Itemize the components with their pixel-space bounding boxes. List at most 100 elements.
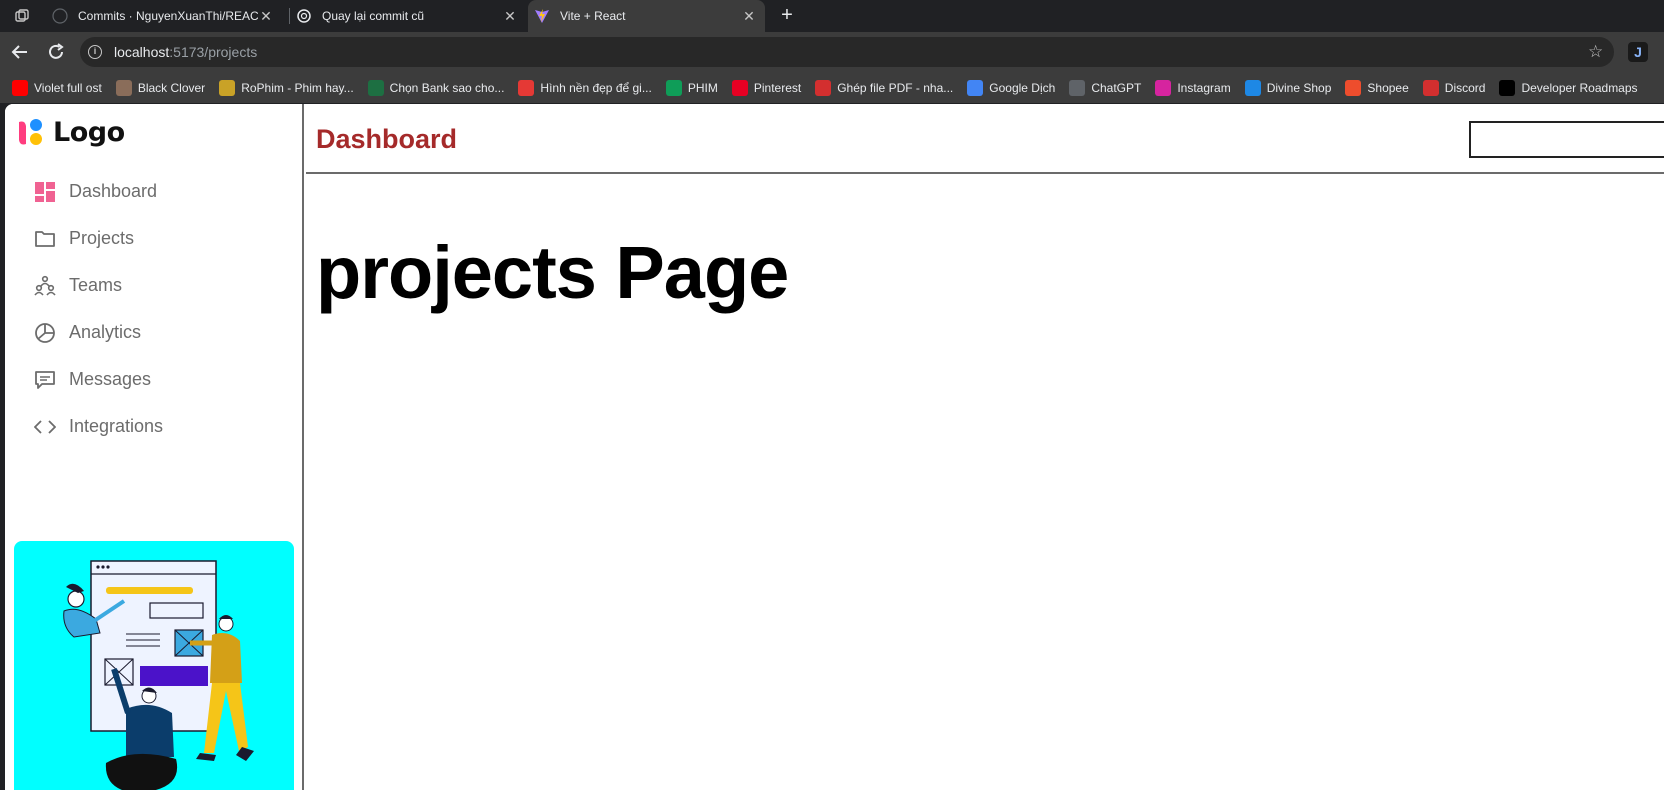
sidebar-item-teams[interactable]: Teams bbox=[33, 262, 163, 309]
sidebar-item-dashboard[interactable]: Dashboard bbox=[33, 168, 163, 215]
logo[interactable]: Logo bbox=[15, 116, 125, 148]
search-input[interactable] bbox=[1469, 121, 1664, 158]
bookmark-item[interactable]: Divine Shop bbox=[1244, 79, 1332, 96]
bookmark-label: Pinterest bbox=[753, 80, 802, 95]
bookmark-item[interactable]: Google Dịch bbox=[967, 79, 1056, 96]
translate-icon bbox=[967, 79, 984, 96]
pdf-icon bbox=[815, 79, 832, 96]
bookmark-item[interactable]: RoPhim - Phim hay... bbox=[219, 79, 354, 96]
bookmark-label: Instagram bbox=[1177, 80, 1231, 95]
sidebar: Logo Dashboard Projects Teams Analytics … bbox=[5, 104, 304, 790]
close-icon[interactable]: ✕ bbox=[258, 8, 274, 24]
g-icon bbox=[518, 79, 535, 96]
bookmark-label: Developer Roadmaps bbox=[1521, 80, 1638, 95]
chatgpt-icon bbox=[1069, 79, 1086, 96]
bookmark-item[interactable]: ChatGPT bbox=[1069, 79, 1142, 96]
tab-title: Quay lại commit cũ bbox=[322, 9, 425, 23]
code-icon bbox=[33, 415, 57, 439]
reload-icon[interactable] bbox=[44, 40, 68, 64]
sheets-icon bbox=[665, 79, 682, 96]
sidebar-nav: Dashboard Projects Teams Analytics Messa… bbox=[33, 168, 163, 450]
folder-icon bbox=[33, 227, 57, 251]
sidebar-item-analytics[interactable]: Analytics bbox=[33, 309, 163, 356]
back-icon[interactable] bbox=[8, 40, 32, 64]
tab-title: Vite + React bbox=[560, 9, 626, 23]
workspaces-icon[interactable] bbox=[14, 8, 30, 24]
bookmark-label: PHIM bbox=[687, 80, 718, 95]
anime-icon bbox=[115, 79, 132, 96]
bookmark-item[interactable]: Pinterest bbox=[731, 79, 802, 96]
teams-icon bbox=[33, 274, 57, 298]
bookmark-item[interactable]: Instagram bbox=[1155, 79, 1231, 96]
rophim-icon bbox=[219, 79, 236, 96]
browser-tab-strip: Commits · NguyenXuanThi/REACT ✕ Quay lại… bbox=[0, 0, 1664, 32]
address-bar[interactable]: i localhost:5173/projects ☆ bbox=[80, 37, 1614, 67]
sidebar-item-label: Integrations bbox=[69, 416, 164, 436]
bookmark-label: Shopee bbox=[1367, 80, 1409, 95]
logo-text: Logo bbox=[53, 116, 125, 148]
url-text: localhost:5173/projects bbox=[114, 44, 257, 60]
divine-icon bbox=[1244, 79, 1261, 96]
bookmark-label: Chọn Bank sao cho... bbox=[389, 80, 505, 95]
pinterest-icon bbox=[731, 79, 748, 96]
bookmark-item[interactable]: Shopee bbox=[1345, 79, 1409, 96]
discord-icon bbox=[1422, 79, 1439, 96]
main-content: Dashboard projects Page bbox=[306, 104, 1664, 790]
page-heading: projects Page bbox=[316, 231, 789, 314]
sidebar-item-label: Teams bbox=[69, 275, 123, 295]
bookmark-item[interactable]: Chọn Bank sao cho... bbox=[367, 79, 505, 96]
extension-icon[interactable]: J bbox=[1628, 42, 1648, 62]
sidebar-item-label: Messages bbox=[69, 369, 152, 389]
sidebar-item-integrations[interactable]: Integrations bbox=[33, 403, 163, 450]
new-tab-button[interactable]: + bbox=[777, 5, 797, 26]
bookmark-label: Black Clover bbox=[137, 80, 206, 95]
top-header: Dashboard bbox=[306, 104, 1664, 174]
tab-title: Commits · NguyenXuanThi/REACT bbox=[78, 9, 258, 23]
youtube-icon bbox=[12, 79, 28, 96]
tab-quay-lai[interactable]: Quay lại commit cũ ✕ bbox=[296, 0, 526, 32]
bookmark-item[interactable]: Developer Roadmaps bbox=[1499, 79, 1638, 96]
close-icon[interactable]: ✕ bbox=[741, 8, 757, 24]
vite-icon bbox=[534, 8, 550, 24]
sidebar-illustration bbox=[14, 541, 294, 790]
chatgpt-icon bbox=[296, 8, 312, 24]
bookmark-label: RoPhim - Phim hay... bbox=[241, 80, 354, 95]
bookmark-label: ChatGPT bbox=[1091, 80, 1142, 95]
bookmark-item[interactable]: PHIM bbox=[665, 79, 718, 96]
github-icon bbox=[52, 8, 68, 24]
excel-icon bbox=[367, 79, 384, 96]
url-host: localhost bbox=[114, 44, 170, 60]
dashboard-icon bbox=[33, 180, 57, 204]
sidebar-item-label: Analytics bbox=[69, 322, 142, 342]
bookmark-label: Ghép file PDF - nha... bbox=[837, 80, 954, 95]
logo-mark-icon bbox=[15, 116, 47, 148]
message-icon bbox=[33, 368, 57, 392]
bookmark-item[interactable]: Violet full ost bbox=[12, 79, 102, 96]
bookmark-item[interactable]: Hình nền đẹp để gi... bbox=[518, 79, 652, 96]
browser-toolbar: i localhost:5173/projects ☆ J bbox=[0, 32, 1664, 72]
bookmark-item[interactable]: Discord bbox=[1422, 79, 1486, 96]
pie-chart-icon bbox=[33, 321, 57, 345]
bookmark-label: Divine Shop bbox=[1266, 80, 1332, 95]
tab-commits[interactable]: Commits · NguyenXuanThi/REACT ✕ bbox=[52, 0, 282, 32]
close-icon[interactable]: ✕ bbox=[502, 8, 518, 24]
bookmark-label: Google Dịch bbox=[989, 80, 1056, 95]
url-path: :5173/projects bbox=[169, 44, 258, 60]
sidebar-item-label: Dashboard bbox=[69, 181, 158, 201]
bookmark-label: Violet full ost bbox=[34, 80, 102, 95]
bookmark-label: Discord bbox=[1444, 80, 1486, 95]
bookmark-label: Hình nền đẹp để gi... bbox=[540, 80, 652, 95]
sidebar-item-messages[interactable]: Messages bbox=[33, 356, 163, 403]
tab-vite-react[interactable]: Vite + React ✕ bbox=[528, 0, 765, 32]
shopee-icon bbox=[1345, 79, 1362, 96]
tab-separator bbox=[289, 8, 290, 24]
bookmark-item[interactable]: Black Clover bbox=[115, 79, 206, 96]
bookmark-item[interactable]: Ghép file PDF - nha... bbox=[815, 79, 954, 96]
instagram-icon bbox=[1155, 79, 1172, 96]
header-title: Dashboard bbox=[316, 124, 458, 154]
sidebar-item-projects[interactable]: Projects bbox=[33, 215, 163, 262]
roadmap-icon bbox=[1499, 79, 1516, 96]
bookmark-star-icon[interactable]: ☆ bbox=[1588, 43, 1606, 61]
site-info-icon[interactable]: i bbox=[88, 45, 102, 59]
sidebar-item-label: Projects bbox=[69, 228, 135, 248]
